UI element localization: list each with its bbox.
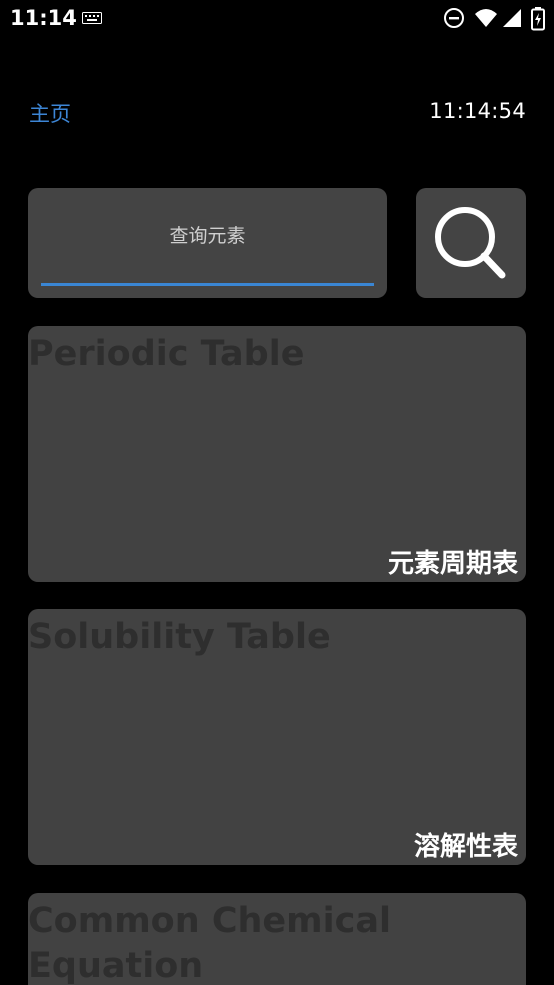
search-button[interactable] <box>416 188 526 298</box>
card-title: Periodic Table <box>28 334 305 374</box>
app-header: 主页 11:14:54 <box>0 90 554 134</box>
search-box <box>28 188 387 298</box>
card-common-chemical-equation[interactable]: Common Chemical Equation <box>28 893 526 985</box>
card-subtitle: 元素周期表 <box>387 549 518 579</box>
battery-charging-icon <box>531 7 545 31</box>
wifi-icon <box>475 9 497 27</box>
card-periodic-table[interactable]: Periodic Table 元素周期表 <box>28 326 526 582</box>
card-title: Common Chemical Equation <box>28 901 391 985</box>
clock-display: 11:14:54 <box>429 99 526 123</box>
status-bar: 11:14 <box>0 0 554 38</box>
home-link[interactable]: 主页 <box>29 98 71 128</box>
card-solubility-table[interactable]: Solubility Table 溶解性表 <box>28 609 526 865</box>
keyboard-icon <box>82 12 102 24</box>
card-title: Solubility Table <box>28 617 331 657</box>
search-icon <box>435 207 506 279</box>
search-input[interactable] <box>41 188 374 286</box>
status-time: 11:14 <box>10 6 77 30</box>
do-not-disturb-icon <box>444 8 464 28</box>
signal-icon <box>503 9 521 27</box>
card-subtitle: 溶解性表 <box>413 832 518 862</box>
